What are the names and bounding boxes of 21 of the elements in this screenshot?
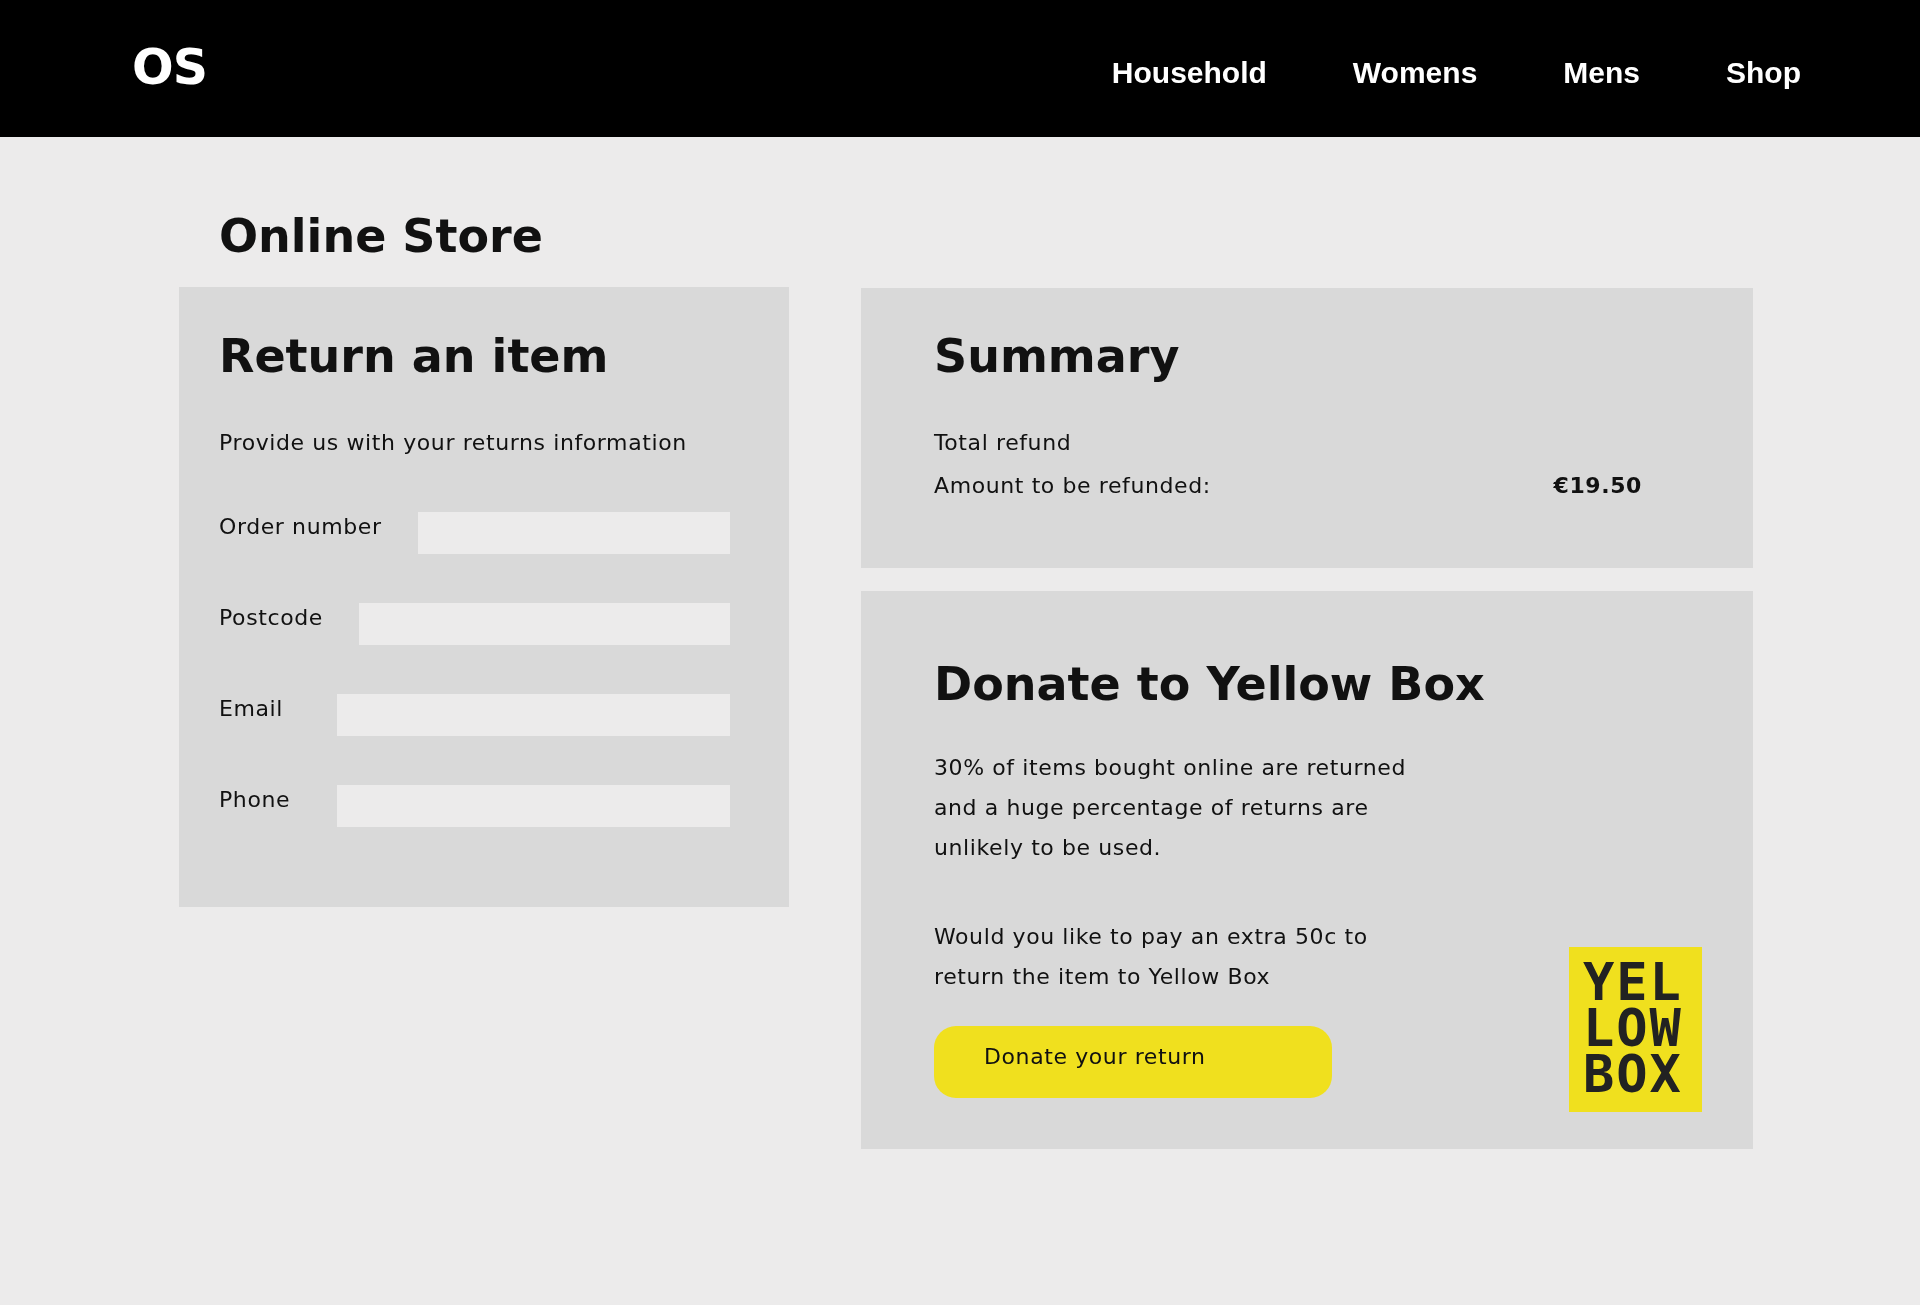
nav-link[interactable]: Shop xyxy=(1726,54,1801,91)
card-title: Return an item xyxy=(219,328,609,384)
field-label: Order number xyxy=(219,513,382,541)
brand-logo: YEL LOW BOX xyxy=(1569,947,1702,1112)
nav-link[interactable]: Household xyxy=(1111,54,1267,91)
donate-button[interactable]: Donate your return xyxy=(934,1026,1332,1098)
field-label: Postcode xyxy=(219,604,323,632)
form-subtitle: Provide us with your returns information xyxy=(219,429,687,457)
nav-link[interactable]: Womens xyxy=(1352,54,1478,91)
card-title: Donate to Yellow Box xyxy=(934,656,1485,712)
donate-paragraph: 30% of items bought online are returned and a huge percentage of returns are unlikely to be used. xyxy=(934,754,1407,862)
card-title: Summary xyxy=(934,328,1180,384)
summary-subtitle: Total refund xyxy=(934,429,1072,457)
field-label: Email xyxy=(219,695,285,723)
page-title: Online Store xyxy=(219,208,543,264)
nav-link[interactable]: Mens xyxy=(1563,54,1640,91)
field-label: Phone xyxy=(219,786,292,814)
refund-amount: €19.50 xyxy=(1553,472,1642,500)
donate-paragraph: Would you like to pay an extra 50c to return the item to Yellow Box xyxy=(934,923,1369,991)
site-logo[interactable]: OS xyxy=(132,43,207,92)
refund-label: Amount to be refunded: xyxy=(934,472,1211,500)
